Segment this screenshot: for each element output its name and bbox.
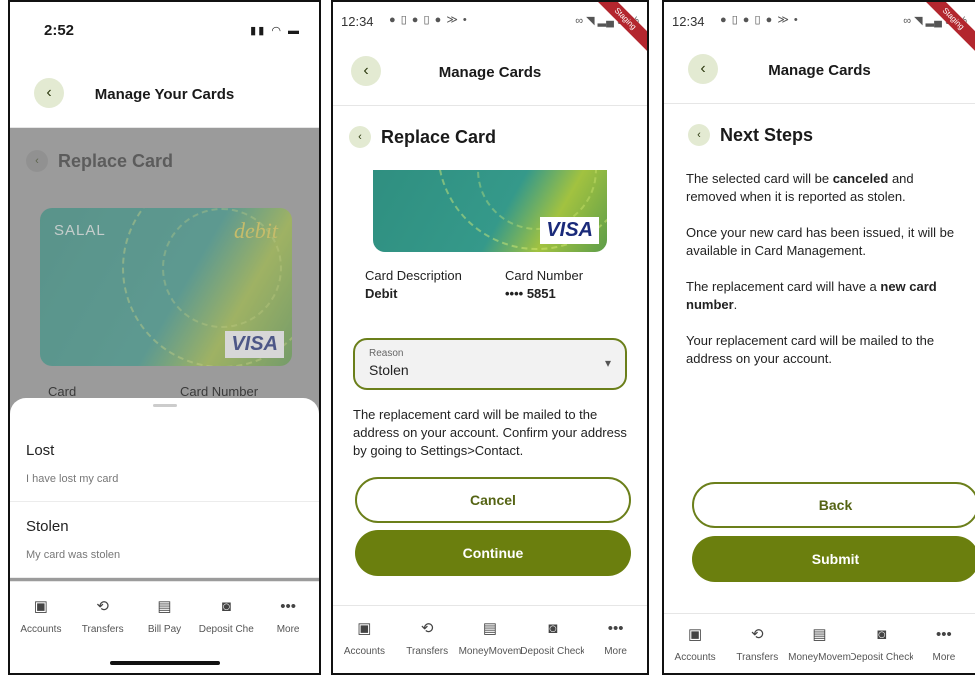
more-dots-icon: ••• (280, 598, 296, 615)
transfer-icon: ⟲ (96, 598, 109, 615)
visa-logo: VISA (225, 331, 284, 358)
card-number-value: •••• 5851 (505, 286, 556, 301)
card-description-value: Debit (365, 286, 398, 301)
visa-logo: VISA (540, 217, 599, 244)
phone-screen-next-steps: 12:34 ● ▯ ● ▯ ● ≫ • ∞ ◥ ▂▄ 98% Staging ‹… (662, 0, 975, 675)
step-issued: Once your new card has been issued, it w… (686, 225, 955, 258)
reason-label: Reason (369, 348, 404, 359)
app-header: ‹ Manage Cards (333, 42, 647, 106)
page-title: Manage Your Cards (94, 86, 235, 103)
card-number-label: Card Number (505, 268, 584, 283)
subheader-title: Replace Card (381, 126, 497, 147)
card-type: debit (234, 218, 278, 243)
bill-icon: ▤ (157, 598, 172, 615)
camera-icon: ◙ (221, 598, 231, 615)
tab-bar: ▣ Accounts ⟲ Transfers ▤ MoneyMovem ◙ Deposi… (333, 605, 647, 673)
tab-deposit-check[interactable]: ◙ Deposit Check (521, 618, 584, 673)
peek-card-label: Card (48, 384, 77, 399)
phone-screen-replace-card: 12:34 ● ▯ ● ▯ ● ≫ • ∞ ◥ ▂▄ 98% Staging ‹… (331, 0, 649, 675)
chevron-down-icon: ▾ (604, 356, 611, 370)
more-dots-icon: ••• (936, 626, 952, 643)
option-lost[interactable]: Lost I have lost my card (10, 426, 319, 502)
app-header: ‹ Manage Your Cards (10, 58, 319, 128)
card-description: Card Description Debit (365, 268, 462, 301)
back-step-button[interactable]: Back (692, 482, 975, 528)
tab-more[interactable]: ••• More (257, 596, 319, 673)
mailing-message: The replacement card will be mailed to t… (353, 407, 627, 458)
reason-value: Stolen (369, 362, 409, 378)
option-title: Stolen (26, 518, 69, 535)
step-new-number: The replacement card will have a new car… (686, 279, 937, 312)
wallet-icon: ▣ (357, 620, 372, 637)
tab-bar: ▣ Accounts ⟲ Transfers ▤ MoneyMovem ◙ Deposi… (664, 613, 975, 673)
subheader: ‹ Replace Card (349, 126, 496, 148)
status-bar: 2:52 ▮▮ ◠ ▬ (10, 2, 319, 58)
option-title: Lost (26, 442, 55, 459)
status-bar: 12:34 ● ▯ ● ▯ ● ≫ • ∞ ◥ ▂▄ 98% Staging (333, 2, 647, 53)
sheet-handle[interactable] (152, 404, 177, 407)
submit-button[interactable]: Submit (692, 536, 975, 582)
option-subtitle: My card was stolen (26, 549, 121, 561)
subheader: ‹ Replace Card (26, 150, 173, 172)
tab-accounts[interactable]: ▣ Accounts (333, 618, 396, 673)
wallet-icon: ▣ (688, 626, 703, 643)
debit-card-image: VISA (373, 170, 607, 252)
reason-select[interactable]: Reason Stolen ▾ (353, 338, 627, 390)
bill-icon: ▤ (812, 626, 827, 643)
option-stolen[interactable]: Stolen My card was stolen (10, 502, 319, 578)
notification-icons: ● ▯ ● ▯ ● ≫ • (720, 14, 799, 26)
wallet-icon: ▣ (33, 598, 48, 615)
back-small-button[interactable]: ‹ (688, 124, 710, 146)
page-title: Manage Cards (768, 62, 871, 79)
home-indicator (109, 661, 220, 665)
subheader-title: Next Steps (720, 124, 814, 145)
tab-money-movement[interactable]: ▤ MoneyMovem (459, 618, 522, 673)
tab-more[interactable]: ••• More (913, 624, 975, 673)
cancel-button[interactable]: Cancel (355, 477, 631, 523)
tab-transfers[interactable]: ⟲ Transfers (396, 618, 459, 673)
more-dots-icon: ••• (607, 620, 624, 637)
step-mailed: Your replacement card will be mailed to … (686, 333, 935, 366)
phone-screen-lost-stolen: 2:52 ▮▮ ◠ ▬ ‹ Manage Your Cards ‹ Replac… (8, 0, 321, 675)
subheader: ‹ Next Steps (688, 124, 813, 146)
signal-wifi-battery-icon: ▮▮ ◠ ▬ (250, 25, 301, 37)
page-title: Manage Cards (438, 64, 542, 81)
tab-transfers[interactable]: ⟲ Transfers (726, 624, 788, 673)
status-time: 12:34 (672, 14, 705, 29)
card-description-label: Card Description (365, 268, 462, 283)
back-small-button[interactable]: ‹ (349, 126, 371, 148)
step-canceled: The selected card will be canceled and r… (686, 171, 914, 204)
debit-card-image: SALAL debit VISA (40, 208, 292, 366)
tab-more[interactable]: ••• More (584, 618, 647, 673)
peek-card-number-label: Card Number (180, 384, 259, 399)
notification-icons: ● ▯ ● ▯ ● ≫ • (389, 14, 468, 26)
camera-icon: ◙ (548, 620, 558, 637)
tab-money-movement[interactable]: ▤ MoneyMovem (788, 624, 850, 673)
bill-icon: ▤ (482, 620, 498, 637)
status-time: 2:52 (44, 22, 75, 39)
app-header: ‹ Manage Cards (664, 42, 975, 104)
status-time: 12:34 (341, 14, 374, 29)
back-icon: ‹ (26, 150, 48, 172)
transfer-icon: ⟲ (420, 620, 434, 637)
tab-accounts[interactable]: ▣ Accounts (10, 596, 72, 673)
reason-bottom-sheet: Lost I have lost my card Stolen My card … (10, 398, 319, 578)
transfer-icon: ⟲ (751, 626, 764, 643)
option-subtitle: I have lost my card (26, 473, 119, 485)
card-number: Card Number •••• 5851 (505, 268, 583, 301)
status-bar: 12:34 ● ▯ ● ▯ ● ≫ • ∞ ◥ ▂▄ 98% Staging (664, 2, 975, 53)
tab-accounts[interactable]: ▣ Accounts (664, 624, 726, 673)
continue-button[interactable]: Continue (355, 530, 631, 576)
subheader-title: Replace Card (58, 150, 174, 171)
chevron-left-icon: ‹ (697, 129, 701, 141)
tab-deposit-check[interactable]: ◙ Deposit Check (851, 624, 913, 673)
card-brand: SALAL (54, 222, 106, 239)
camera-icon: ◙ (877, 626, 887, 643)
chevron-left-icon: ‹ (358, 131, 362, 143)
